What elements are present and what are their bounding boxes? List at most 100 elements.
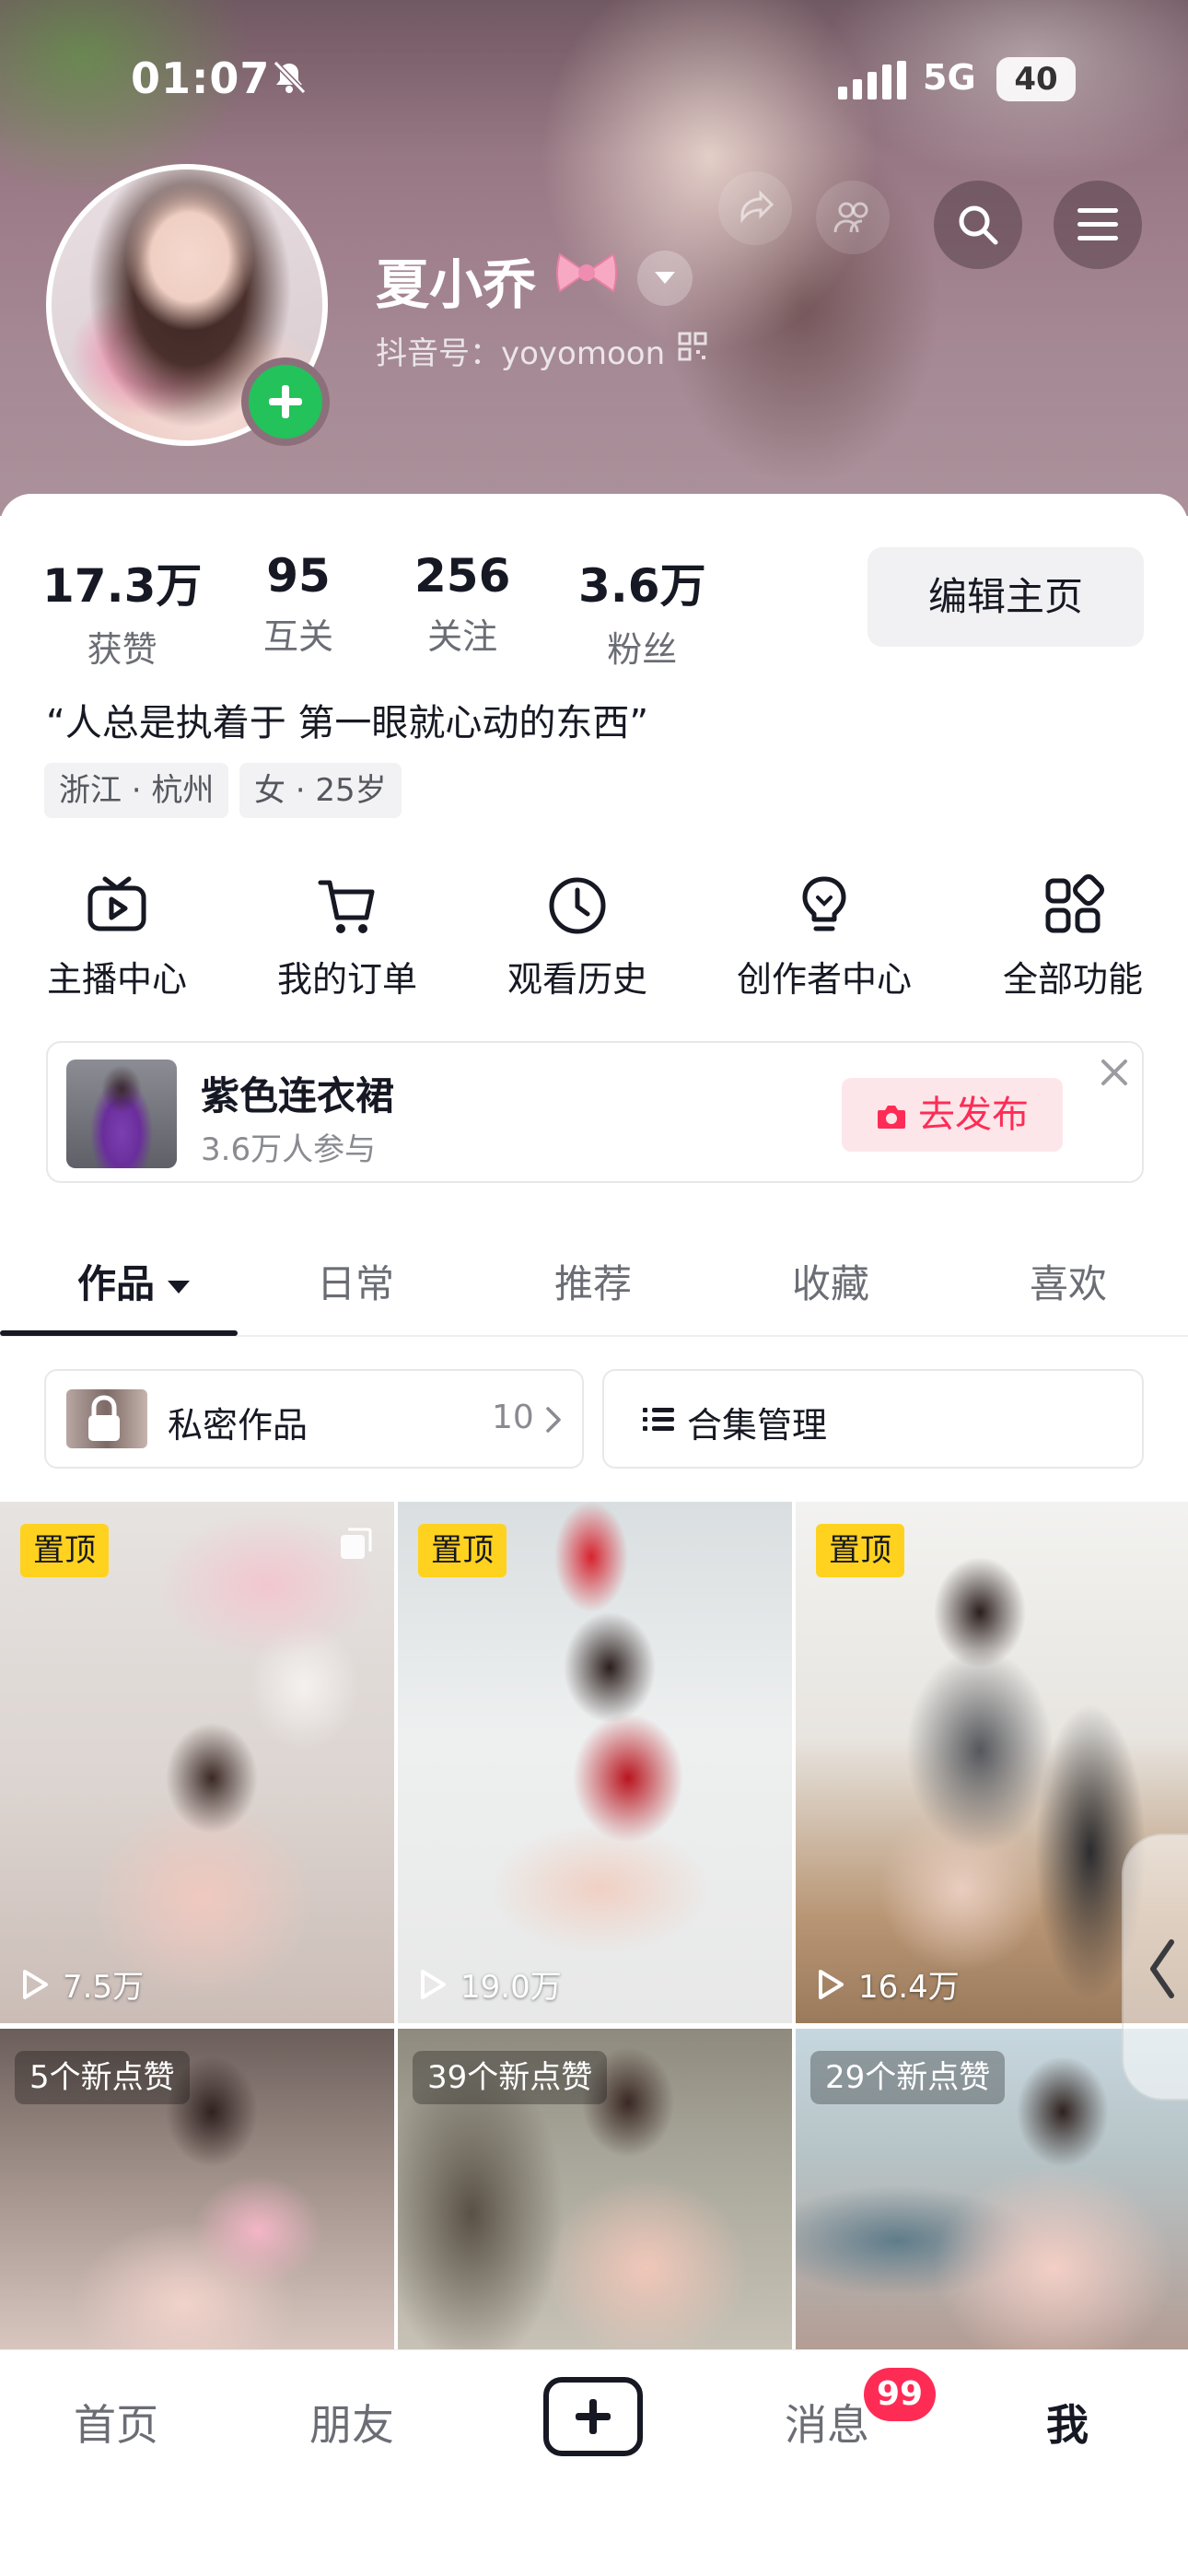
feature-label: 主播中心 (46, 959, 187, 1000)
publish-button[interactable]: 去发布 (842, 1078, 1063, 1152)
clock-icon (549, 877, 606, 934)
video-card[interactable]: 置顶 19.0万 (398, 1502, 792, 2023)
douyin-id[interactable]: 抖音号：yoyomoon (376, 328, 665, 373)
stat-value: 95 (266, 549, 331, 603)
side-drawer-handle[interactable] (1122, 1833, 1188, 2101)
play-icon (23, 1969, 48, 1999)
lock-icon (88, 1395, 120, 1441)
challenge-thumbnail (66, 1060, 177, 1168)
publish-label: 去发布 (918, 1094, 1029, 1136)
tab-favorites[interactable]: 收藏 (792, 1253, 869, 1309)
signal-icon (838, 61, 906, 100)
stat-value: 256 (414, 549, 511, 603)
create-post-button[interactable] (543, 2377, 643, 2456)
video-card[interactable]: 5个新点赞 (0, 2029, 394, 2349)
mute-bell-icon (273, 60, 307, 95)
stat-value: 3.6万 (578, 559, 706, 613)
video-card[interactable]: 39个新点赞 (398, 2029, 792, 2349)
play-icon (421, 1969, 446, 1999)
feature-watch-history[interactable]: 观看历史 (472, 873, 683, 1001)
video-card[interactable]: 置顶 7.5万 (0, 1502, 394, 2023)
private-works-count: 10 (492, 1399, 534, 1436)
bio-text: “人总是执着于 第一眼就心动的东西” (46, 702, 649, 744)
collection-manage-label: 合集管理 (687, 1405, 828, 1446)
feature-label: 我的订单 (276, 959, 417, 1000)
status-time: 01:07 (131, 53, 271, 103)
caret-down-icon (168, 1280, 191, 1294)
apps-icon (1045, 874, 1104, 933)
battery-indicator: 40 (996, 57, 1076, 101)
feature-label: 全部功能 (1002, 959, 1143, 1000)
edit-profile-button[interactable]: 编辑主页 (868, 547, 1144, 647)
play-count: 16.4万 (816, 1961, 960, 2007)
menu-button[interactable] (1054, 181, 1142, 269)
close-icon[interactable] (1098, 1056, 1131, 1089)
search-icon (959, 205, 998, 245)
stat-label: 粉丝 (607, 629, 678, 670)
multi-image-icon (341, 1528, 372, 1559)
location-tag: 浙江 · 杭州 (44, 763, 229, 818)
camera-icon (878, 1106, 905, 1129)
messages-unread-badge: 99 (864, 2368, 937, 2421)
play-count: 19.0万 (418, 1961, 562, 2007)
cover-friends-button[interactable] (816, 181, 890, 254)
pinned-badge: 置顶 (20, 1524, 109, 1577)
stat-value: 17.3万 (42, 559, 203, 613)
new-likes-badge: 29个新点赞 (810, 2051, 1006, 2104)
collection-manage-button[interactable]: 合集管理 (602, 1369, 1144, 1469)
stat-followers[interactable]: 3.6万 粉丝 (578, 549, 706, 672)
tab-daily[interactable]: 日常 (317, 1253, 394, 1309)
bow-icon (556, 252, 617, 293)
chevron-down-icon (655, 272, 675, 284)
pinned-badge: 置顶 (418, 1524, 507, 1577)
gender-age-tag: 女 · 25岁 (239, 763, 402, 818)
tab-works[interactable]: 作品 (77, 1253, 191, 1309)
chevron-left-icon (1150, 1939, 1174, 1998)
pinned-badge: 置顶 (816, 1524, 904, 1577)
menu-icon (1077, 208, 1118, 240)
lightbulb-icon (802, 876, 846, 931)
challenge-participants: 3.6万人参与 (201, 1131, 377, 1168)
tab-label: 作品 (77, 1261, 156, 1306)
stat-label: 关注 (427, 616, 498, 657)
new-likes-badge: 5个新点赞 (15, 2051, 190, 2104)
plus-icon (269, 385, 302, 418)
tab-likes[interactable]: 喜欢 (1030, 1253, 1107, 1309)
cover-share-button[interactable] (718, 171, 792, 245)
stat-likes[interactable]: 17.3万 获赞 (42, 549, 202, 672)
stat-following[interactable]: 256 关注 (414, 549, 510, 659)
active-tab-indicator (0, 1330, 238, 1336)
share-icon (740, 190, 775, 224)
avatar-add-button[interactable] (241, 357, 330, 446)
feature-label: 观看历史 (507, 959, 647, 1000)
private-works-button[interactable]: 私密作品 10 (44, 1369, 584, 1469)
challenge-title: 紫色连衣裙 (201, 1073, 395, 1118)
nickname: 夏小乔 (376, 253, 537, 316)
feature-label: 创作者中心 (736, 959, 912, 1000)
stat-label: 获赞 (87, 629, 157, 670)
account-switch-dropdown[interactable] (637, 251, 693, 306)
nav-friends[interactable]: 朋友 (309, 2392, 394, 2453)
search-button[interactable] (934, 181, 1022, 269)
play-icon (819, 1969, 844, 1999)
stat-label: 互关 (263, 616, 334, 657)
network-type: 5G (923, 57, 976, 98)
private-works-label: 私密作品 (168, 1405, 309, 1446)
feature-my-orders[interactable]: 我的订单 (241, 873, 453, 1001)
friends-icon (833, 202, 868, 233)
nav-home[interactable]: 首页 (74, 2392, 158, 2453)
nav-messages[interactable]: 消息 (785, 2392, 869, 2453)
nav-me[interactable]: 我 (1046, 2392, 1089, 2453)
chevron-right-icon (546, 1407, 561, 1433)
challenge-card[interactable]: 紫色连衣裙 3.6万人参与 去发布 (46, 1041, 1144, 1183)
stat-mutual[interactable]: 95 互关 (263, 549, 333, 659)
new-likes-badge: 39个新点赞 (413, 2051, 608, 2104)
qr-code-icon[interactable] (678, 332, 707, 361)
tv-icon (87, 876, 146, 931)
feature-streamer-center[interactable]: 主播中心 (11, 873, 223, 1001)
feature-creator-center[interactable]: 创作者中心 (718, 873, 930, 1001)
tab-recommend[interactable]: 推荐 (554, 1253, 632, 1309)
play-count: 7.5万 (20, 1961, 144, 2007)
cart-icon (318, 880, 375, 933)
feature-all-functions[interactable]: 全部功能 (967, 873, 1179, 1001)
